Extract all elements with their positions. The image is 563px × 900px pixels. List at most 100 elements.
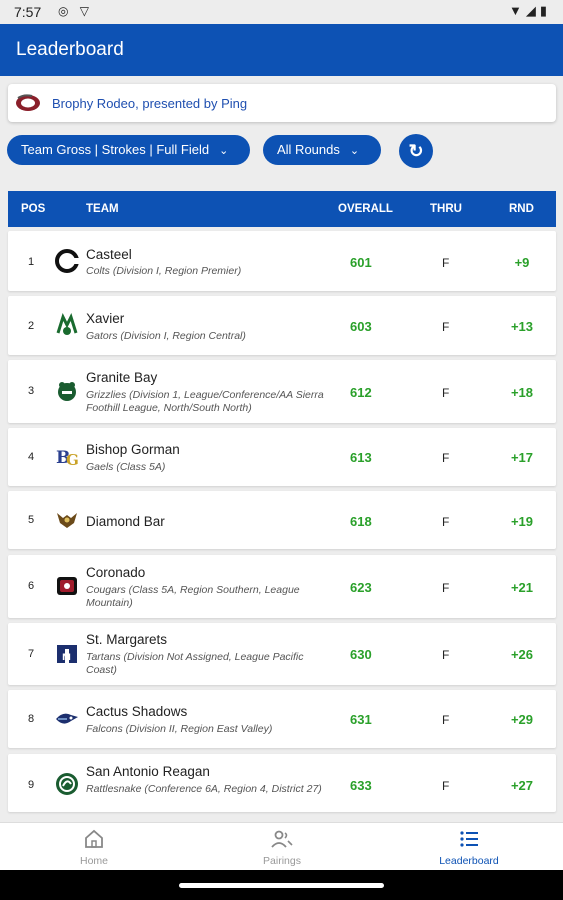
header-rnd: RND [509,203,534,215]
battery-icon: ▮ [539,3,551,18]
round-score: +27 [510,778,534,793]
table-row[interactable]: 2 Xavier Gators (Division I, Region Cent… [8,296,556,355]
table-row[interactable]: 6 Coronado Cougars (Class 5A, Region Sou… [8,555,556,618]
team-subtitle: Gators (Division I, Region Central) [86,330,246,342]
nav-home[interactable]: Home [34,829,154,867]
thru-value: F [442,581,450,595]
nav-home-label: Home [79,855,108,867]
team-filter-label: Team Gross | Strokes | Full Field [21,142,210,157]
team-logo-icon [56,313,78,335]
header-thru: THRU [430,203,462,215]
team-logo-icon [56,713,78,724]
table-row[interactable]: 5 Diamond Bar 618 F +19 [8,491,556,549]
team-logo-icon [55,249,79,273]
overall-score: 613 [350,450,372,465]
team-subtitle: Rattlesnake (Conference 6A, Region 4, Di… [86,783,322,795]
thru-value: F [442,515,450,529]
team-subtitle: Cougars (Class 5A, Region Southern, Leag… [86,584,300,609]
team-name: Bishop Gorman [86,442,180,457]
team-logo-icon: BG [56,448,79,468]
team-subtitle: Colts (Division I, Region Premier) [86,265,242,277]
thru-value: F [442,713,450,727]
team-name: Casteel [86,247,132,262]
svg-text:G: G [66,451,79,468]
table-row[interactable]: 9 San Antonio Reagan Rattlesnake (Confer… [8,754,556,812]
thru-value: F [442,386,450,400]
app-bar: Leaderboard [0,24,563,76]
event-name: Brophy Rodeo, presented by Ping [52,96,248,111]
team-subtitle: Falcons (Division II, Region East Valley… [86,723,273,735]
header-team: TEAM [86,203,119,215]
team-filter-dropdown[interactable]: Team Gross | Strokes | Full Field ⌄ [7,135,250,165]
refresh-button[interactable]: ↻ [399,134,433,168]
round-score: +13 [510,319,534,334]
row-position: 5 [28,514,35,526]
table-row[interactable]: 8 Cactus Shadows Falcons (Division II, R… [8,690,556,748]
row-position: 9 [28,779,35,791]
round-score: +21 [510,580,534,595]
round-score: +18 [510,385,534,400]
round-score: +17 [510,450,534,465]
thru-value: F [442,256,450,270]
row-position: 8 [28,713,35,725]
header-pos: POS [21,203,46,215]
round-score: +26 [510,647,534,662]
team-logo-icon: M [57,645,77,663]
team-name: Cactus Shadows [86,704,188,719]
nav-leaderboard-label: Leaderboard [439,855,499,867]
people-icon [271,830,293,848]
system-icons: ▼◢▮ [509,3,551,19]
rounds-filter-dropdown[interactable]: All Rounds ⌄ [263,135,381,165]
row-position: 6 [28,580,35,592]
team-logo-icon [56,773,78,795]
team-logo-icon [57,577,77,595]
nav-leaderboard[interactable]: Leaderboard [409,829,529,867]
wifi-icon: ▼ [508,3,526,18]
team-name: Granite Bay [86,370,158,385]
signal-icon: ◢ [525,3,540,18]
team-name: Xavier [86,311,125,326]
thru-value: F [442,648,450,662]
chevron-down-icon: ⌄ [349,145,360,157]
refresh-icon: ↻ [408,141,424,161]
home-gesture-handle[interactable] [179,883,384,888]
nav-pairings[interactable]: Pairings [222,829,342,867]
page-title: Leaderboard [16,39,124,60]
table-row[interactable]: 7 M St. Margarets Tartans (Division Not … [8,623,556,685]
overall-score: 601 [350,255,372,270]
bottom-nav: Home Pairings Leaderboard [0,822,563,870]
notification-icons: ◎ ▽ [58,4,94,18]
thru-value: F [442,451,450,465]
overall-score: 618 [350,514,372,529]
list-icon [460,831,478,847]
overall-score: 633 [350,778,372,793]
thru-value: F [442,320,450,334]
leaderboard-header: POS TEAM OVERALL THRU RND [8,191,556,227]
overall-score: 603 [350,319,372,334]
row-position: 1 [28,256,35,268]
round-score: +9 [514,255,530,270]
status-bar: 7:57 ◎ ▽ ▼◢▮ [0,0,563,24]
row-position: 2 [28,320,35,332]
overall-score: 612 [350,385,372,400]
table-row[interactable]: 3 Granite Bay Grizzlies (Division 1, Lea… [8,360,556,423]
event-card[interactable]: Brophy Rodeo, presented by Ping [8,84,556,122]
team-subtitle: Grizzlies (Division 1, League/Conference… [86,389,324,414]
team-logo-icon [58,382,76,401]
system-gesture-bar [0,870,563,900]
team-name: St. Margarets [86,632,168,647]
row-position: 3 [28,385,35,397]
chevron-down-icon: ⌄ [219,145,229,157]
row-position: 4 [28,451,35,463]
status-time: 7:57 [14,4,42,20]
table-row[interactable]: 1 Casteel Colts (Division I, Region Prem… [8,231,556,291]
event-logo-icon [16,94,40,111]
table-row[interactable]: 4 BG Bishop Gorman Gaels (Class 5A) 613 … [8,428,556,486]
team-logo-icon [57,513,77,528]
row-position: 7 [28,648,35,660]
team-name: Diamond Bar [86,514,165,529]
team-subtitle: Tartans (Division Not Assigned, League P… [86,651,304,676]
team-name: Coronado [86,565,146,580]
round-score: +19 [510,514,534,529]
overall-score: 630 [350,647,372,662]
